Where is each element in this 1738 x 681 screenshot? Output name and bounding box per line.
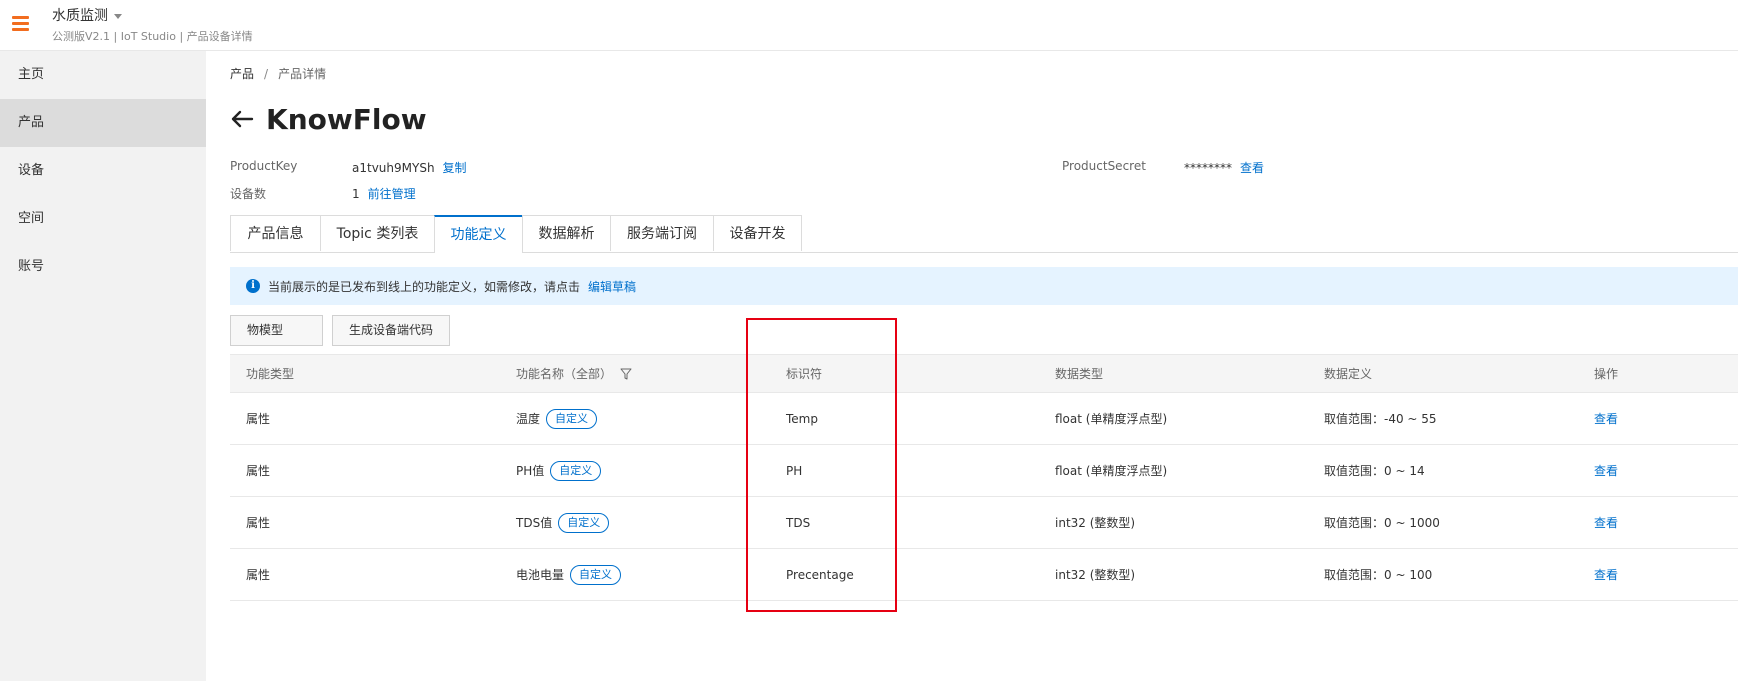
edit-draft-link[interactable]: 编辑草稿 <box>588 280 636 294</box>
app-subtitle: 公测版V2.1 | IoT Studio | 产品设备详情 <box>52 30 253 43</box>
header-function-type: 功能类型 <box>246 367 295 381</box>
app-switcher[interactable]: 水质监测 <box>52 5 122 25</box>
generate-device-code-button[interactable]: 生成设备端代码 <box>332 315 450 346</box>
table-row: 属性 温度 自定义 Temp float (单精度浮点型) 取值范围：-40 ~ … <box>230 393 1738 445</box>
row-data-definition: 取值范围：0 ~ 100 <box>1324 568 1433 582</box>
notice-message: 当前展示的是已发布到线上的功能定义，如需修改，请点击 <box>268 279 581 294</box>
view-link[interactable]: 查看 <box>1594 514 1618 531</box>
app-title: 水质监测 <box>52 8 108 24</box>
product-secret-label: ProductSecret <box>1062 159 1146 173</box>
breadcrumb-separator: / <box>264 67 269 81</box>
manage-link[interactable]: 前往管理 <box>368 187 416 201</box>
breadcrumb: 产品 / 产品详情 <box>230 65 326 82</box>
table-row: 属性 电池电量 自定义 Precentage int32 (整数型) 取值范围：0… <box>230 549 1738 601</box>
product-key-row: ProductKey a1tvuh9MYSh 复制 <box>230 159 830 175</box>
row-identifier: Precentage <box>786 567 854 582</box>
info-icon: i <box>246 279 260 293</box>
row-function-type: 属性 <box>246 516 271 530</box>
table-header: 功能类型 功能名称（全部） 标识符 数据类型 数据定义 操作 <box>230 354 1738 393</box>
tab-data-parsing[interactable]: 数据解析 <box>522 215 611 251</box>
row-identifier: TDS <box>786 515 811 530</box>
header-data-type: 数据类型 <box>1055 367 1104 381</box>
product-key-value-group: a1tvuh9MYSh 复制 <box>352 159 467 176</box>
view-link[interactable]: 查看 <box>1594 566 1618 583</box>
product-secret-value-group: ******** 查看 <box>1184 159 1264 176</box>
tab-server-subscription[interactable]: 服务端订阅 <box>610 215 714 251</box>
function-name: PH值 <box>516 464 545 478</box>
sidebar-item-account[interactable]: 账号 <box>0 243 206 291</box>
tab-function-definition[interactable]: 功能定义 <box>434 215 523 253</box>
title-row: KnowFlow <box>230 99 427 139</box>
row-data-type: int32 (整数型) <box>1055 568 1136 582</box>
header-actions: 操作 <box>1594 367 1619 381</box>
sidebar-item-spaces[interactable]: 空间 <box>0 195 206 243</box>
custom-tag: 自定义 <box>550 460 602 481</box>
product-key-label: ProductKey <box>230 159 298 173</box>
table-row: 属性 TDS值 自定义 TDS int32 (整数型) 取值范围：0 ~ 1000… <box>230 497 1738 549</box>
view-link[interactable]: 查看 <box>1594 462 1618 479</box>
custom-tag: 自定义 <box>558 512 610 533</box>
header-data-definition: 数据定义 <box>1324 367 1373 381</box>
product-key-value: a1tvuh9MYSh <box>352 161 435 175</box>
notice-banner: i 当前展示的是已发布到线上的功能定义，如需修改，请点击 编辑草稿 <box>230 267 1738 305</box>
row-function-type: 属性 <box>246 464 271 478</box>
row-function-type: 属性 <box>246 568 271 582</box>
tab-bar: 产品信息 Topic 类列表 功能定义 数据解析 服务端订阅 设备开发 <box>230 215 1738 253</box>
device-count-label: 设备数 <box>230 187 267 201</box>
row-function-name: 电池电量 自定义 <box>516 549 622 600</box>
caret-down-icon <box>114 13 122 19</box>
notice-text: 当前展示的是已发布到线上的功能定义，如需修改，请点击 编辑草稿 <box>268 278 636 295</box>
sidebar: 主页 产品 设备 空间 账号 <box>0 51 206 681</box>
copy-link[interactable]: 复制 <box>443 161 467 175</box>
device-count-value: 1 <box>352 187 360 201</box>
row-data-type: int32 (整数型) <box>1055 516 1136 530</box>
custom-tag: 自定义 <box>570 564 622 585</box>
row-data-type: float (单精度浮点型) <box>1055 412 1168 426</box>
product-secret-value: ******** <box>1184 161 1232 175</box>
menu-icon[interactable] <box>12 16 29 31</box>
breadcrumb-products[interactable]: 产品 <box>230 67 254 81</box>
breadcrumb-current: 产品详情 <box>278 67 327 81</box>
tab-device-development[interactable]: 设备开发 <box>713 215 802 251</box>
table-row: 属性 PH值 自定义 PH float (单精度浮点型) 取值范围：0 ~ 14 … <box>230 445 1738 497</box>
row-function-name: PH值 自定义 <box>516 445 602 496</box>
row-function-type: 属性 <box>246 412 271 426</box>
filter-icon[interactable] <box>620 368 632 380</box>
header-function-name-label: 功能名称（全部） <box>516 367 613 381</box>
sidebar-item-home[interactable]: 主页 <box>0 51 206 99</box>
function-table: 功能类型 功能名称（全部） 标识符 数据类型 数据定义 操作 属性 温度 自定义 … <box>230 354 1738 601</box>
top-header: 水质监测 公测版V2.1 | IoT Studio | 产品设备详情 <box>0 0 1738 51</box>
header-function-name[interactable]: 功能名称（全部） <box>516 355 632 392</box>
view-secret-link[interactable]: 查看 <box>1240 161 1264 175</box>
back-arrow-icon[interactable] <box>230 109 254 129</box>
function-name: 电池电量 <box>516 568 565 582</box>
tab-topic-list[interactable]: Topic 类列表 <box>320 215 435 251</box>
row-data-definition: 取值范围：-40 ~ 55 <box>1324 412 1437 426</box>
tab-product-info[interactable]: 产品信息 <box>230 215 321 251</box>
row-data-definition: 取值范围：0 ~ 1000 <box>1324 516 1440 530</box>
header-identifier: 标识符 <box>786 367 823 381</box>
function-name: 温度 <box>516 412 541 426</box>
sidebar-item-devices[interactable]: 设备 <box>0 147 206 195</box>
main-content: 产品 / 产品详情 KnowFlow ProductKey a1tvuh9MYSh 复… <box>230 51 1738 681</box>
view-link[interactable]: 查看 <box>1594 410 1618 427</box>
row-function-name: TDS值 自定义 <box>516 497 610 548</box>
custom-tag: 自定义 <box>546 408 598 429</box>
device-count-row: 设备数 1 前往管理 <box>230 185 830 201</box>
row-identifier: Temp <box>786 411 818 426</box>
sidebar-item-products[interactable]: 产品 <box>0 99 206 147</box>
row-data-definition: 取值范围：0 ~ 14 <box>1324 464 1425 478</box>
product-secret-row: ProductSecret ******** 查看 <box>1062 159 1462 175</box>
page-title: KnowFlow <box>266 102 427 136</box>
row-function-name: 温度 自定义 <box>516 393 598 444</box>
device-count-value-group: 1 前往管理 <box>352 185 416 202</box>
row-data-type: float (单精度浮点型) <box>1055 464 1168 478</box>
row-identifier: PH <box>786 463 803 478</box>
tsl-button[interactable]: 物模型 TSL <box>230 315 323 366</box>
function-name: TDS值 <box>516 516 553 530</box>
